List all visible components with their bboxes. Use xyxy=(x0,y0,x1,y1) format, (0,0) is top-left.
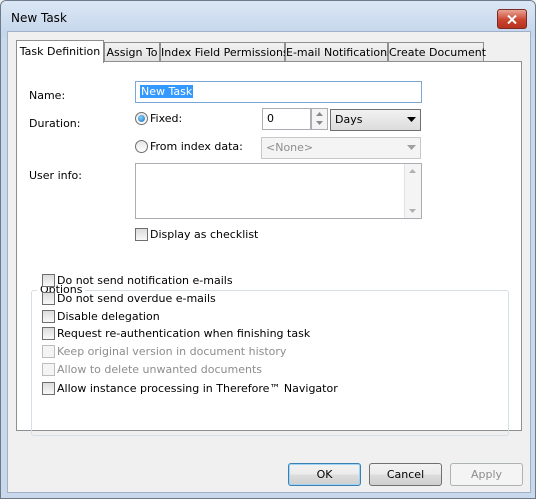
ok-button[interactable]: OK xyxy=(288,463,361,486)
close-icon xyxy=(507,14,517,24)
option-checkbox-no-notification[interactable] xyxy=(42,274,55,287)
tab-create-document[interactable]: Create Document xyxy=(388,42,486,62)
from-index-label: From index data: xyxy=(150,140,243,153)
user-info-textarea[interactable] xyxy=(135,163,422,219)
duration-label: Duration: xyxy=(29,117,81,130)
close-button[interactable] xyxy=(497,9,527,29)
fixed-label: Fixed: xyxy=(150,112,183,125)
fixed-value-text: 0 xyxy=(267,112,274,125)
fixed-value-spinner[interactable] xyxy=(311,108,328,130)
chevron-down-icon xyxy=(407,145,416,150)
tab-assign-to[interactable]: Assign To xyxy=(104,42,160,62)
window-title: New Task xyxy=(11,11,67,25)
option-label-no-overdue: Do not send overdue e-mails xyxy=(57,292,216,305)
fixed-value-input[interactable]: 0 xyxy=(262,108,311,130)
option-label-no-notification: Do not send notification e-mails xyxy=(57,274,233,287)
option-checkbox-disable-delegation[interactable] xyxy=(42,310,55,323)
scroll-up-icon[interactable] xyxy=(409,169,416,173)
dialog-window: New Task Task Definition Assign To Index… xyxy=(0,0,536,499)
user-info-label: User info: xyxy=(29,169,82,182)
option-label-allow-delete: Allow to delete unwanted documents xyxy=(57,363,262,376)
name-input-value: New Task xyxy=(140,85,194,98)
option-checkbox-keep-version xyxy=(42,345,55,358)
option-checkbox-allow-delete xyxy=(42,363,55,376)
fixed-radio[interactable] xyxy=(135,112,148,125)
spin-down-icon[interactable] xyxy=(312,118,327,127)
scroll-down-icon[interactable] xyxy=(409,209,416,213)
option-checkbox-instance-processing[interactable] xyxy=(42,382,55,395)
option-label-instance-processing: Allow instance processing in Therefore™ … xyxy=(57,382,338,395)
option-label-keep-version: Keep original version in document histor… xyxy=(57,345,287,358)
task-definition-panel: Name: New Task Duration: Fixed: 0 Days F… xyxy=(16,61,522,436)
duration-unit-select[interactable]: Days xyxy=(330,109,421,131)
tab-email-notifications[interactable]: E-mail Notifications xyxy=(285,42,393,62)
name-label: Name: xyxy=(29,89,66,102)
apply-button: Apply xyxy=(450,463,523,486)
display-checklist-label: Display as checklist xyxy=(150,228,259,241)
name-input[interactable]: New Task xyxy=(135,81,422,103)
from-index-radio[interactable] xyxy=(135,140,148,153)
dialog-client: Task Definition Assign To Index Field Pe… xyxy=(7,31,531,493)
index-field-value: <None> xyxy=(266,141,314,154)
chevron-down-icon xyxy=(407,117,416,122)
display-checklist-checkbox[interactable] xyxy=(135,228,148,241)
option-label-reauth: Request re-authentication when finishing… xyxy=(57,327,311,340)
option-checkbox-reauth[interactable] xyxy=(42,327,55,340)
user-info-scrollbar[interactable] xyxy=(404,164,421,218)
duration-unit-value: Days xyxy=(335,113,363,126)
spin-up-icon[interactable] xyxy=(312,109,327,118)
cancel-button[interactable]: Cancel xyxy=(369,463,442,486)
option-checkbox-no-overdue[interactable] xyxy=(42,292,55,305)
index-field-select[interactable]: <None> xyxy=(261,137,421,159)
tab-index-field-permissions[interactable]: Index Field Permissions xyxy=(160,42,289,62)
option-label-disable-delegation: Disable delegation xyxy=(57,310,160,323)
tab-task-definition[interactable]: Task Definition xyxy=(16,40,104,63)
